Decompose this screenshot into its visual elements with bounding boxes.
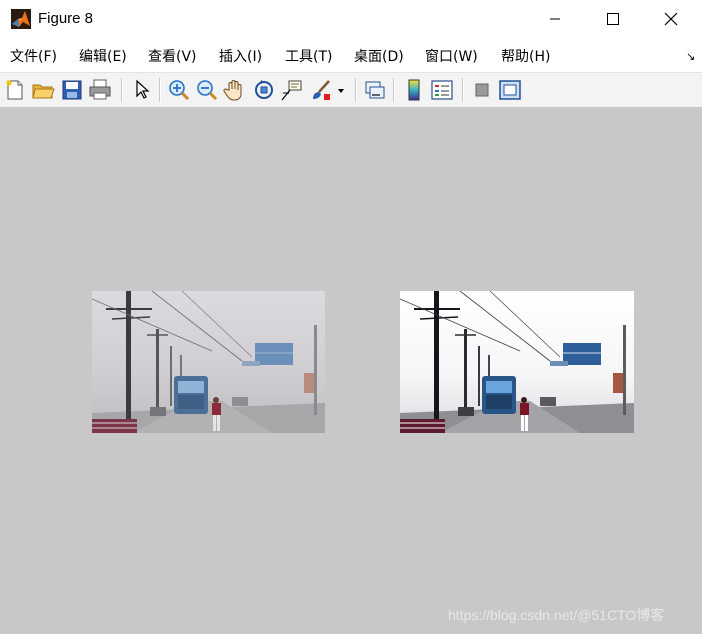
rotate-3d-icon[interactable] bbox=[252, 78, 276, 102]
save-icon[interactable] bbox=[60, 78, 84, 102]
toolbar-separator bbox=[393, 78, 395, 102]
colorbar-icon[interactable] bbox=[402, 78, 426, 102]
dock-figure-icon[interactable]: ↘ bbox=[686, 50, 695, 63]
toolbar-separator bbox=[121, 78, 123, 102]
zoom-out-icon[interactable] bbox=[195, 78, 219, 102]
menu-help[interactable]: 帮助(H) bbox=[501, 46, 550, 66]
matlab-logo-icon bbox=[11, 9, 31, 29]
maximize-icon bbox=[607, 13, 619, 25]
toolbar-separator bbox=[355, 78, 357, 102]
minimize-button[interactable] bbox=[526, 0, 584, 38]
close-button[interactable] bbox=[642, 0, 700, 38]
title-bar[interactable]: Figure 8 bbox=[0, 0, 702, 38]
zoom-in-icon[interactable] bbox=[167, 78, 191, 102]
hide-plot-tools-icon[interactable] bbox=[470, 78, 494, 102]
menu-edit[interactable]: 编辑(E) bbox=[79, 46, 127, 66]
pan-hand-icon[interactable] bbox=[223, 78, 247, 102]
show-plot-tools-icon[interactable] bbox=[498, 78, 522, 102]
figure-window: Figure 8 文件(F) 编辑(E) 查看(V) 插入(I) 工具(T) 桌… bbox=[0, 0, 702, 634]
menu-bar: 文件(F) 编辑(E) 查看(V) 插入(I) 工具(T) 桌面(D) 窗口(W… bbox=[0, 38, 702, 72]
figure-toolbar bbox=[0, 72, 702, 108]
minimize-icon bbox=[550, 18, 560, 20]
menu-insert[interactable]: 插入(I) bbox=[219, 46, 262, 66]
menu-view[interactable]: 查看(V) bbox=[148, 46, 197, 66]
menu-window[interactable]: 窗口(W) bbox=[425, 46, 478, 66]
original-hazy-image[interactable] bbox=[92, 291, 325, 433]
link-plot-icon[interactable] bbox=[363, 78, 387, 102]
menu-desktop[interactable]: 桌面(D) bbox=[354, 46, 404, 66]
dehazed-image[interactable] bbox=[400, 291, 634, 433]
pointer-icon[interactable] bbox=[130, 78, 154, 102]
menu-tools[interactable]: 工具(T) bbox=[285, 46, 332, 66]
watermark-text: https://blog.csdn.net/@51CTO博客 bbox=[448, 607, 665, 623]
toolbar-separator bbox=[462, 78, 464, 102]
close-icon bbox=[664, 12, 678, 26]
menu-file[interactable]: 文件(F) bbox=[10, 46, 57, 66]
open-file-icon[interactable] bbox=[31, 78, 55, 102]
print-icon[interactable] bbox=[88, 78, 112, 102]
new-figure-icon[interactable] bbox=[3, 78, 27, 102]
brush-icon[interactable] bbox=[309, 78, 333, 102]
window-title: Figure 8 bbox=[38, 10, 94, 27]
toolbar-separator bbox=[159, 78, 161, 102]
data-cursor-icon[interactable] bbox=[280, 78, 304, 102]
brush-dropdown-icon[interactable] bbox=[336, 78, 346, 102]
legend-icon[interactable] bbox=[430, 78, 454, 102]
maximize-button[interactable] bbox=[584, 0, 642, 38]
